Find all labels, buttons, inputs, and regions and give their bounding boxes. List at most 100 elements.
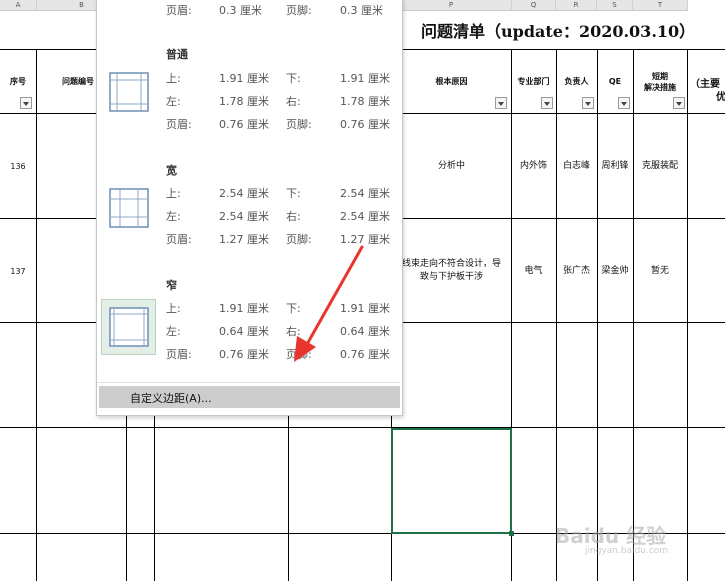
column-header-a[interactable]: A (0, 0, 37, 11)
header-owner: 负责人 (564, 77, 589, 86)
grid-line (36, 49, 37, 581)
footer-value: 0.76 厘米 (340, 348, 390, 361)
left-label: 左: (166, 325, 181, 338)
header-dept: 专业部门 (517, 77, 550, 86)
footer-value: 1.27 厘米 (340, 233, 390, 246)
column-header-r[interactable]: R (556, 0, 597, 11)
fill-handle[interactable] (509, 531, 514, 536)
top-value: 2.54 厘米 (219, 187, 269, 200)
right-label: 右: (286, 210, 301, 223)
header-value: 0.76 厘米 (219, 348, 269, 361)
cell-short-term[interactable]: 克服装配 (633, 160, 687, 173)
watermark-logo: Baidu 经验 (555, 524, 667, 548)
top-label: 上: (166, 187, 181, 200)
right-label: 右: (286, 95, 301, 108)
footer-label: 页脚: (286, 348, 312, 361)
top-header-value: 0.3 厘米 (219, 4, 262, 17)
option-name: 普通 (166, 48, 188, 61)
filter-button-owner[interactable] (582, 97, 594, 109)
custom-margins-label: 自定义边距(A)... (130, 392, 212, 405)
menu-divider (97, 382, 400, 383)
grid-line (288, 411, 289, 581)
left-value: 1.78 厘米 (219, 95, 269, 108)
top-label: 上: (166, 302, 181, 315)
bottom-value: 2.54 厘米 (340, 187, 390, 200)
left-value: 2.54 厘米 (219, 210, 269, 223)
cell-owner[interactable]: 白志峰 (556, 160, 597, 173)
header-main-2: 优 (716, 92, 725, 103)
left-label: 左: (166, 95, 181, 108)
right-value: 0.64 厘米 (340, 325, 390, 338)
bottom-value: 1.91 厘米 (340, 302, 390, 315)
filter-button-seq[interactable] (20, 97, 32, 109)
custom-margins-menu-item[interactable]: 自定义边距(A)... (99, 386, 400, 408)
cell-seq[interactable]: 137 (0, 265, 36, 278)
header-label: 页眉: (166, 118, 192, 131)
filter-button-short-term[interactable] (673, 97, 685, 109)
filter-button-dept[interactable] (541, 97, 553, 109)
header-value: 1.27 厘米 (219, 233, 269, 246)
margin-option-normal[interactable]: 普通 上: 1.91 厘米 下: 1.91 厘米 左: 1.78 厘米 右: 1… (97, 37, 400, 153)
column-header-p[interactable]: P (391, 0, 512, 11)
header-qe: QE (608, 77, 622, 86)
option-name: 窄 (166, 279, 177, 292)
active-cell-selection[interactable] (391, 428, 512, 534)
header-short-term-2: 解决措施 (644, 83, 676, 92)
footer-label: 页脚: (286, 118, 312, 131)
column-header-t[interactable]: T (633, 0, 688, 11)
footer-label: 页脚: (286, 233, 312, 246)
right-value: 1.78 厘米 (340, 95, 390, 108)
normal-margins-icon (109, 72, 149, 112)
margin-option-wide[interactable]: 宽 上: 2.54 厘米 下: 2.54 厘米 左: 2.54 厘米 右: 2.… (97, 153, 400, 269)
left-label: 左: (166, 210, 181, 223)
grid-line (0, 427, 725, 428)
header-root-cause: 根本原因 (435, 77, 468, 86)
header-value: 0.76 厘米 (219, 118, 269, 131)
cell-qe[interactable]: 周利锋 (597, 160, 633, 173)
top-value: 1.91 厘米 (219, 72, 269, 85)
grid-line (687, 49, 688, 581)
narrow-margins-icon (109, 307, 149, 347)
grid-line (154, 411, 155, 581)
header-seq: 序号 (10, 77, 26, 86)
cell-short-term[interactable]: 暂无 (633, 265, 687, 278)
bottom-label: 下: (286, 187, 301, 200)
top-header-label: 页眉: (166, 4, 192, 17)
option-name: 宽 (166, 164, 177, 177)
top-value: 1.91 厘米 (219, 302, 269, 315)
wide-margins-icon (109, 188, 149, 228)
filter-button-qe[interactable] (618, 97, 630, 109)
watermark-url: jingyan.baidu.com (585, 546, 669, 556)
cell-seq[interactable]: 136 (0, 160, 36, 173)
header-short-term-1: 短期 (652, 72, 668, 81)
bottom-label: 下: (286, 302, 301, 315)
right-label: 右: (286, 325, 301, 338)
bottom-label: 下: (286, 72, 301, 85)
bottom-value: 1.91 厘米 (340, 72, 390, 85)
cell-root-cause-line1[interactable]: 线束走向不符合设计，导 (391, 258, 512, 271)
column-header-q[interactable]: Q (512, 0, 556, 11)
right-value: 2.54 厘米 (340, 210, 390, 223)
top-footer-label: 页脚: (286, 4, 312, 17)
left-value: 0.64 厘米 (219, 325, 269, 338)
grid-line (633, 49, 634, 581)
filter-button-root-cause[interactable] (495, 97, 507, 109)
cell-dept[interactable]: 内外饰 (511, 160, 556, 173)
grid-line (556, 49, 557, 581)
margin-option-narrow[interactable]: 窄 上: 1.91 厘米 下: 1.91 厘米 左: 0.64 厘米 右: 0.… (97, 269, 400, 385)
cell-root-cause-line2[interactable]: 致与下护板干涉 (391, 271, 512, 284)
cell-dept[interactable]: 电气 (511, 265, 556, 278)
header-main-1: （主要 (690, 79, 720, 90)
cell-qe[interactable]: 梁金帅 (597, 265, 633, 278)
column-header-s[interactable]: S (597, 0, 633, 11)
cell-root-cause[interactable]: 分析中 (391, 160, 512, 173)
header-label: 页眉: (166, 348, 192, 361)
top-footer-value: 0.3 厘米 (340, 4, 383, 17)
margins-dropdown: 页眉: 0.3 厘米 页脚: 0.3 厘米 普通 上: 1.91 厘米 下: 1… (96, 0, 403, 416)
top-label: 上: (166, 72, 181, 85)
footer-value: 0.76 厘米 (340, 118, 390, 131)
header-label: 页眉: (166, 233, 192, 246)
cell-owner[interactable]: 张广杰 (556, 265, 597, 278)
sheet-title: 问题清单（update：2020.03.10） (421, 22, 696, 41)
grid-line (597, 49, 598, 581)
